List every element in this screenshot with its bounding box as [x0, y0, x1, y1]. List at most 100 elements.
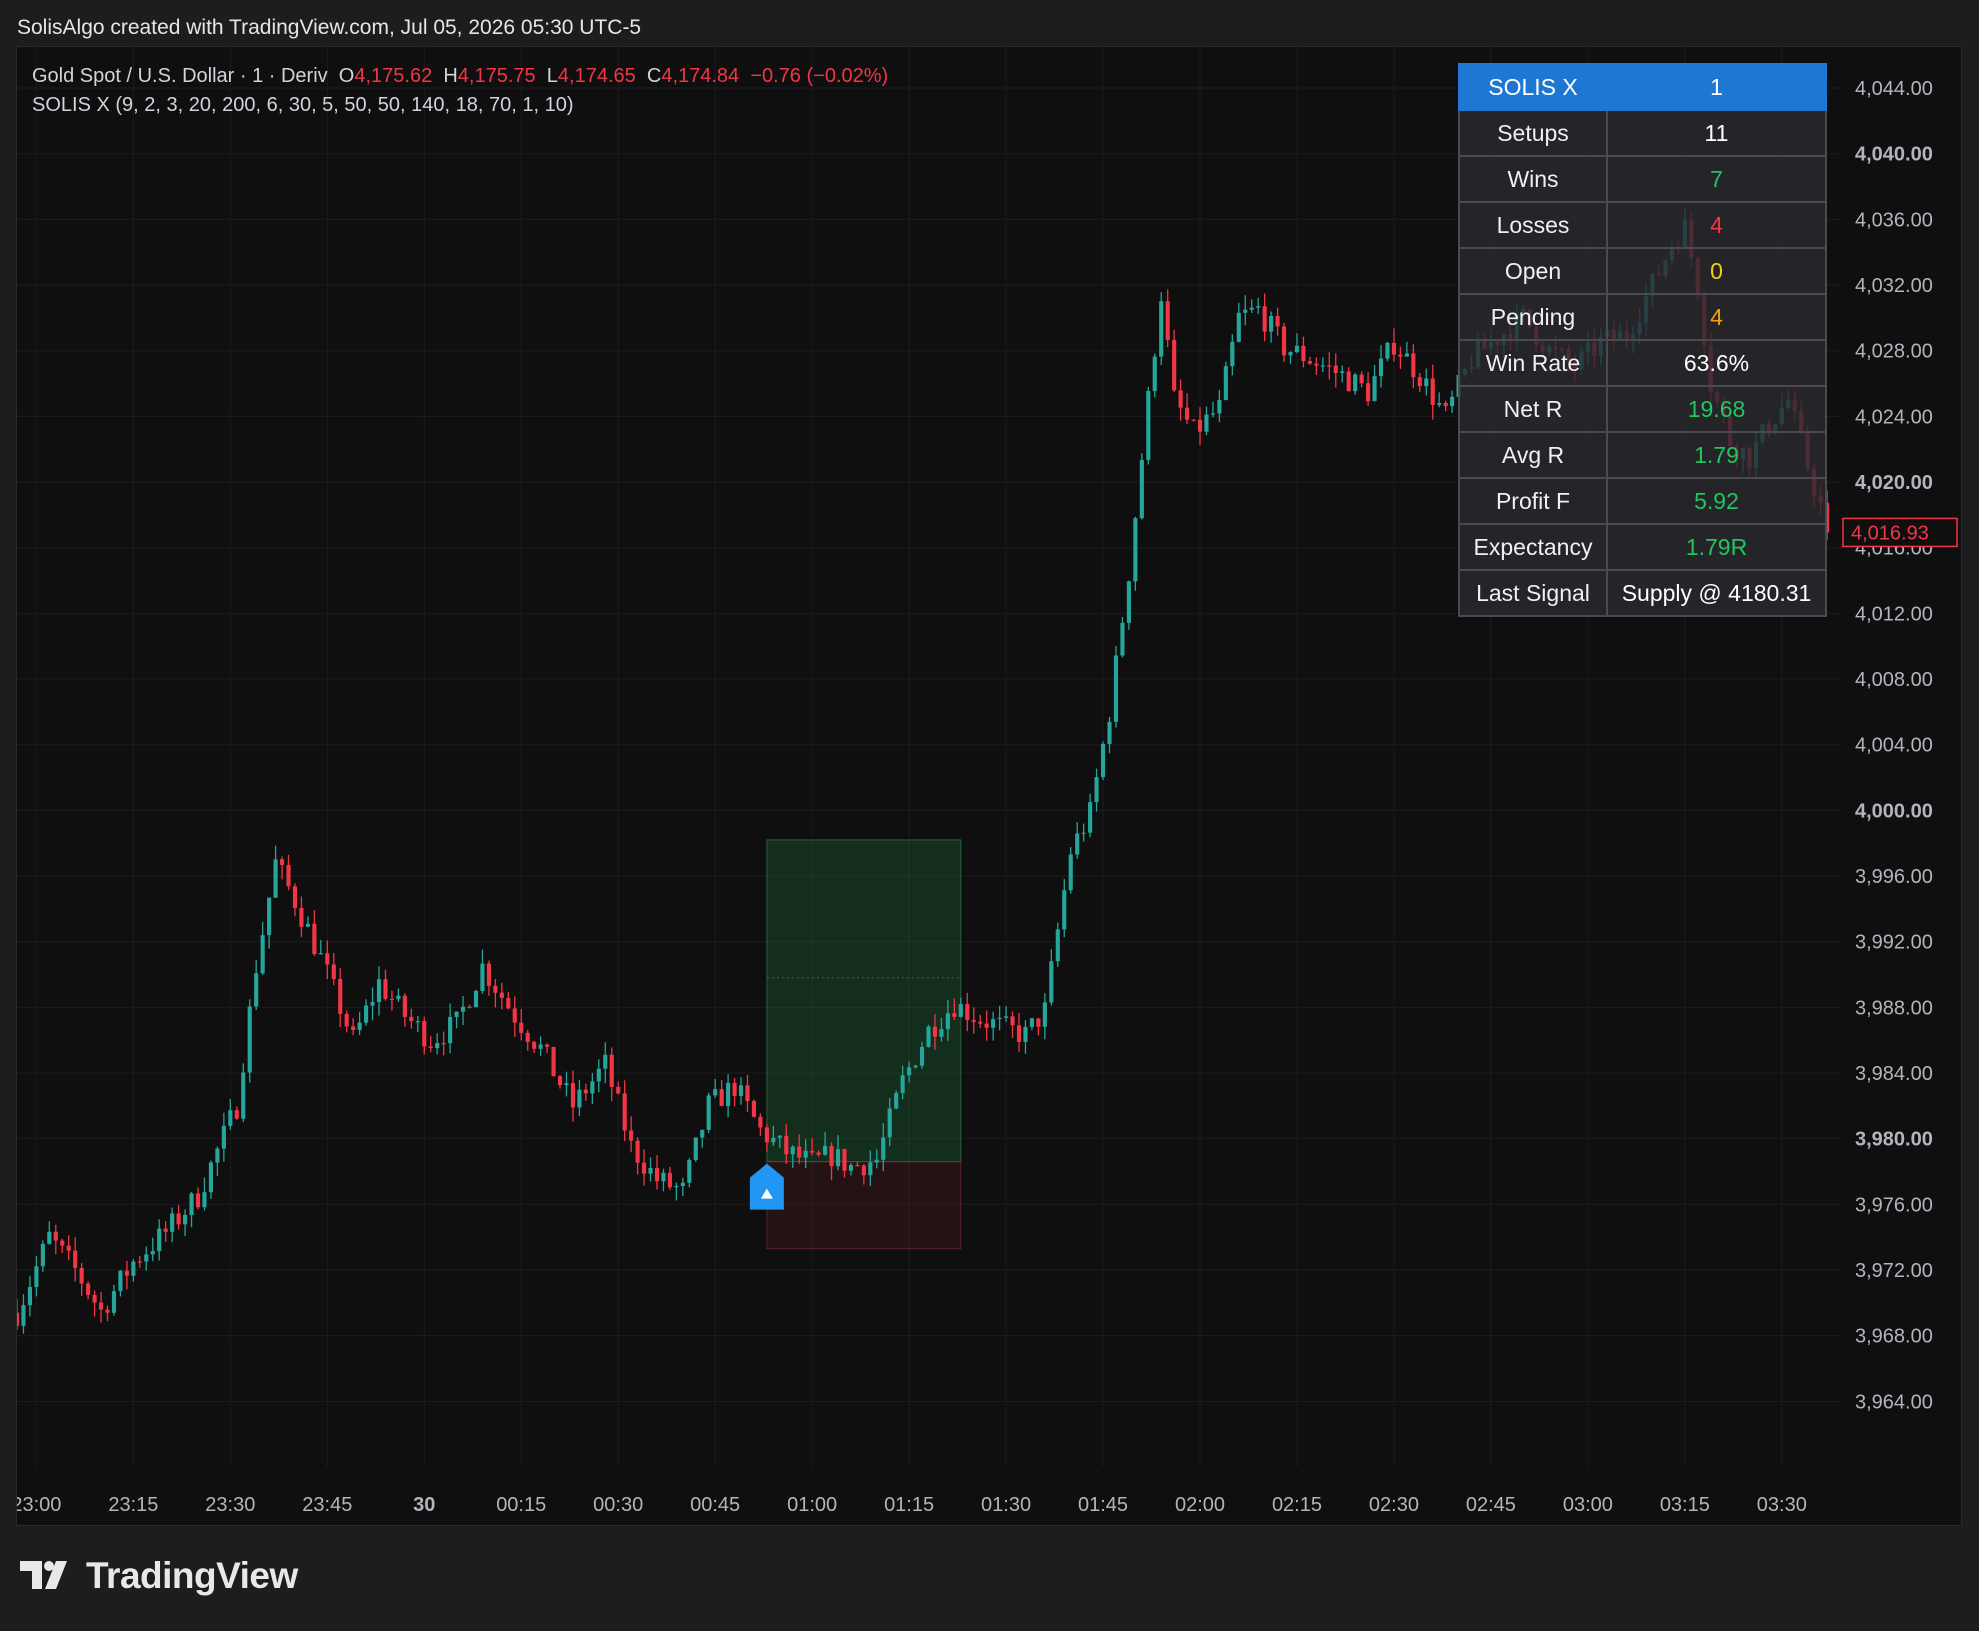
stats-value: 1.79R — [1606, 523, 1827, 571]
candle-body — [538, 1044, 543, 1049]
candle-body — [965, 1004, 970, 1021]
candle-body — [745, 1085, 750, 1102]
candle-body — [1146, 391, 1151, 460]
candle-body — [713, 1089, 718, 1096]
candle-body — [777, 1135, 782, 1138]
stats-label: Avg R — [1458, 431, 1608, 479]
tradingview-wordmark: TradingView — [86, 1555, 298, 1596]
candle-body — [460, 1006, 466, 1012]
candle-body — [40, 1243, 45, 1267]
candle-body — [499, 992, 504, 998]
legend-open-label: O — [338, 65, 355, 87]
candle-body — [1036, 1018, 1041, 1027]
candle-body — [997, 1017, 1002, 1020]
stats-label: Profit F — [1458, 477, 1608, 525]
stats-value: 0 — [1606, 247, 1827, 295]
candle-body — [415, 1021, 420, 1023]
candle-body — [1378, 358, 1384, 377]
candle-body — [661, 1172, 666, 1182]
candle-body — [512, 1008, 517, 1023]
candle-body — [1023, 1026, 1028, 1042]
candle-body — [241, 1072, 246, 1119]
candle-body — [790, 1146, 795, 1155]
candle-body — [1404, 353, 1409, 357]
candle-body — [383, 979, 388, 999]
stats-label: Last Signal — [1458, 569, 1608, 617]
x-axis-tick-label: 03:30 — [1757, 1494, 1807, 1516]
candle-body — [318, 953, 323, 955]
candle-body — [260, 935, 265, 974]
y-axis-tick-label: 3,976.00 — [1855, 1194, 1933, 1216]
candle-body — [570, 1083, 576, 1108]
stats-value: 4 — [1606, 293, 1827, 341]
candle-body — [609, 1054, 614, 1087]
x-axis-tick-label: 03:00 — [1563, 1494, 1613, 1516]
stats-row: Avg R 1.79 — [1458, 431, 1827, 479]
candle-body — [1081, 832, 1086, 834]
candle-body — [622, 1093, 627, 1131]
candle-body — [118, 1270, 123, 1292]
candle-body — [1165, 301, 1170, 340]
candle-body — [945, 1013, 950, 1030]
candle-body — [1275, 316, 1280, 327]
y-axis-tick-label: 4,040.00 — [1855, 144, 1933, 166]
x-axis-tick-label: 23:15 — [108, 1494, 158, 1516]
symbol-name[interactable]: Gold Spot / U.S. Dollar · 1 · Deriv — [32, 65, 328, 87]
candle-body — [1191, 419, 1196, 421]
candle-body — [351, 1026, 356, 1031]
candle-body — [1281, 326, 1287, 356]
candle-body — [299, 907, 304, 927]
candle-body — [267, 897, 272, 936]
stats-row: Pending 4 — [1458, 293, 1827, 341]
candle-body — [1217, 399, 1222, 414]
stats-header-label: SOLIS X — [1458, 63, 1608, 111]
candle-body — [60, 1240, 65, 1246]
y-axis-tick-label: 3,992.00 — [1855, 932, 1933, 954]
candle-body — [991, 1019, 996, 1028]
candle-body — [21, 1305, 26, 1326]
stats-value: 7 — [1606, 155, 1827, 203]
x-axis-tick-label: 00:30 — [593, 1494, 643, 1516]
candle-body — [131, 1261, 136, 1276]
indicator-legend[interactable]: SOLIS X (9, 2, 3, 20, 200, 6, 30, 5, 50,… — [32, 94, 573, 117]
candle-body — [448, 1016, 453, 1044]
candle-body — [1004, 1016, 1009, 1018]
candle-body — [183, 1215, 188, 1225]
y-axis-tick-label: 3,980.00 — [1855, 1129, 1933, 1151]
candle-body — [1172, 339, 1177, 391]
candle-body — [629, 1130, 634, 1141]
candle-body — [680, 1182, 685, 1186]
candle-body — [874, 1159, 879, 1163]
candle-body — [532, 1041, 537, 1049]
candle-body — [913, 1065, 918, 1068]
tradingview-logo[interactable]: TradingView — [20, 1555, 298, 1597]
candle-body — [816, 1152, 821, 1155]
x-axis-tick-label: 02:30 — [1369, 1494, 1419, 1516]
candle-body — [34, 1266, 39, 1287]
y-axis-tick-label: 4,032.00 — [1855, 275, 1933, 297]
candle-body — [583, 1089, 588, 1094]
candle-body — [738, 1085, 744, 1096]
y-axis-tick-label: 4,028.00 — [1855, 341, 1933, 363]
candle-body — [952, 1013, 957, 1017]
candle-body — [402, 995, 407, 1017]
candle-body — [493, 985, 498, 993]
candle-body — [907, 1067, 912, 1076]
stats-value: Supply @ 4180.31 — [1606, 569, 1827, 617]
stats-row: Wins 7 — [1458, 155, 1827, 203]
candle-body — [428, 1046, 433, 1048]
solis-stats-table: SOLIS X 1 Setups 11 Wins 7 Losses 4 Open 0 Pendi… — [1458, 63, 1827, 617]
chart-panel[interactable]: 3,964.00 3,968.00 3,972.00 3,976.00 3,980.00… — [16, 46, 1962, 1526]
y-axis-tick-label: 4,036.00 — [1855, 209, 1933, 231]
candle-body — [1042, 1002, 1047, 1027]
candle-body — [557, 1076, 563, 1086]
candle-body — [635, 1140, 640, 1163]
y-axis-tick-label: 4,000.00 — [1855, 800, 1933, 822]
legend-close-value: 4,174.84 — [661, 65, 740, 87]
candle-body — [1391, 342, 1397, 355]
candle-body — [616, 1086, 621, 1094]
candle-body — [27, 1286, 32, 1306]
candle-body — [292, 886, 298, 908]
candle-body — [150, 1251, 155, 1255]
candle-body — [344, 1013, 349, 1027]
